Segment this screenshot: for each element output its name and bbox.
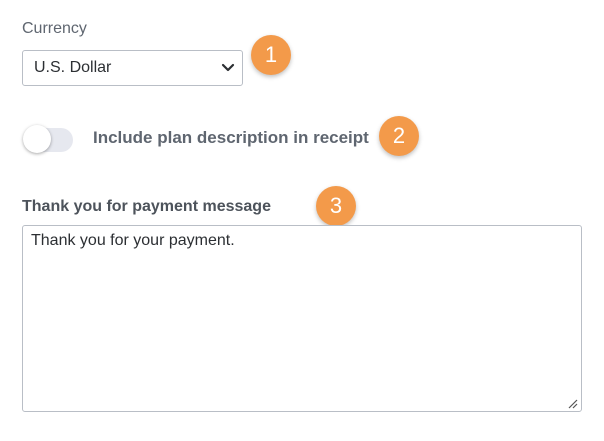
step-badge-2: 2 bbox=[379, 116, 419, 156]
currency-selected-value: U.S. Dollar bbox=[34, 59, 112, 76]
payment-settings-form: Currency U.S. Dollar 1 Include plan desc… bbox=[0, 0, 604, 441]
currency-select[interactable]: U.S. Dollar bbox=[22, 50, 243, 86]
thank-you-message-textarea[interactable]: Thank you for your payment. bbox=[22, 225, 582, 412]
resize-grip-icon[interactable] bbox=[566, 397, 578, 409]
currency-label: Currency bbox=[22, 20, 87, 37]
toggle-knob bbox=[23, 125, 51, 153]
chevron-down-icon bbox=[214, 51, 242, 85]
include-plan-description-toggle[interactable] bbox=[23, 125, 73, 153]
step-badge-1: 1 bbox=[251, 35, 291, 75]
step-badge-3: 3 bbox=[316, 186, 356, 226]
thank-you-message-label: Thank you for payment message bbox=[22, 198, 271, 215]
include-plan-description-label: Include plan description in receipt bbox=[93, 128, 369, 147]
